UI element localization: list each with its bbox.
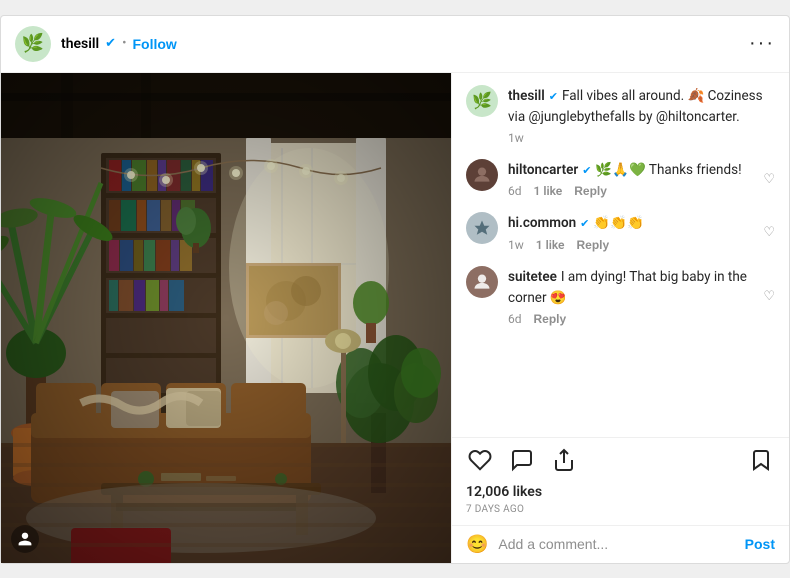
comment-meta: 6d Reply: [508, 312, 753, 326]
comment-likes: 1 like: [534, 184, 563, 198]
comment-like-button[interactable]: ♡: [763, 266, 775, 327]
header-avatar: 🌿: [15, 26, 51, 62]
comments-area: 🌿 thesill ✔ Fall vibes all around. 🍂 Coz…: [452, 73, 789, 437]
comment-content: hiltoncarter ✔ 🌿🙏💚 Thanks friends! 6d 1 …: [508, 159, 753, 198]
comment-text: 👏👏👏: [593, 215, 643, 231]
post-right-panel: 🌿 thesill ✔ Fall vibes all around. 🍂 Coz…: [451, 73, 789, 563]
comment-like-button[interactable]: ♡: [763, 159, 775, 198]
comment-meta: 1w 1 like Reply: [508, 238, 753, 252]
post-actions: 12,006 likes 7 days ago: [452, 437, 789, 525]
comment-username: hiltoncarter: [508, 162, 578, 178]
comment-avatar: [466, 212, 498, 244]
caption-content: thesill ✔ Fall vibes all around. 🍂 Cozin…: [508, 85, 775, 146]
header-info: thesill ✔ • Follow: [61, 36, 749, 52]
comment-like-button[interactable]: ♡: [763, 212, 775, 251]
comment-content: suitetee I am dying! That big baby in th…: [508, 266, 753, 327]
reply-button[interactable]: Reply: [577, 238, 610, 252]
comment-username: hi.common: [508, 215, 576, 231]
post-time: 7 days ago: [466, 504, 775, 521]
comment-input-area: 😊 Post: [452, 525, 789, 563]
more-options-button[interactable]: ···: [749, 32, 775, 55]
caption-text: Fall vibes all around. 🍂 Coziness via @j…: [508, 88, 763, 125]
comment-row: hi.common ✔ 👏👏👏 1w 1 like Reply ♡: [466, 212, 775, 251]
post-comment-button[interactable]: Post: [745, 536, 775, 552]
comment-meta: 6d 1 like Reply: [508, 184, 753, 198]
comment-time: 6d: [508, 312, 522, 326]
comment-likes: 1 like: [536, 238, 565, 252]
caption-avatar: 🌿: [466, 85, 498, 117]
header-username: thesill: [61, 36, 99, 52]
comment-button[interactable]: [508, 446, 536, 480]
comment-username: suitetee: [508, 269, 557, 285]
like-button[interactable]: [466, 446, 494, 480]
likes-count: 12,006 likes: [466, 480, 775, 504]
caption-meta: 1w: [508, 131, 775, 145]
caption-row: 🌿 thesill ✔ Fall vibes all around. 🍂 Coz…: [466, 85, 775, 146]
action-icons-row: [466, 446, 775, 480]
comment-time: 6d: [508, 184, 522, 198]
comment-content: hi.common ✔ 👏👏👏 1w 1 like Reply: [508, 212, 753, 251]
comment-avatar: [466, 159, 498, 191]
dot-separator: •: [122, 36, 126, 51]
comment-input[interactable]: [498, 536, 734, 552]
post-header: 🌿 thesill ✔ • Follow ···: [1, 16, 789, 73]
caption-verified: ✔: [549, 90, 558, 103]
reply-button[interactable]: Reply: [534, 312, 567, 326]
bookmark-button[interactable]: [747, 446, 775, 480]
emoji-button[interactable]: 😊: [466, 534, 488, 555]
comment-verified: ✔: [580, 217, 589, 230]
comment-row: suitetee I am dying! That big baby in th…: [466, 266, 775, 327]
verified-icon: ✔: [105, 36, 116, 51]
comment-text: 🌿🙏💚 Thanks friends!: [595, 162, 741, 178]
post-image: [1, 73, 451, 563]
comment-row: hiltoncarter ✔ 🌿🙏💚 Thanks friends! 6d 1 …: [466, 159, 775, 198]
comment-time: 1w: [508, 238, 524, 252]
share-button[interactable]: [550, 446, 578, 480]
reply-button[interactable]: Reply: [574, 184, 607, 198]
post-card: 🌿 thesill ✔ • Follow ···: [0, 15, 790, 564]
caption-time: 1w: [508, 131, 524, 145]
comment-avatar: [466, 266, 498, 298]
user-icon[interactable]: [11, 525, 39, 553]
post-body: 🌿 thesill ✔ Fall vibes all around. 🍂 Coz…: [1, 73, 789, 563]
follow-button[interactable]: Follow: [132, 36, 176, 52]
caption-username: thesill: [508, 88, 545, 104]
comment-verified: ✔: [582, 164, 591, 177]
